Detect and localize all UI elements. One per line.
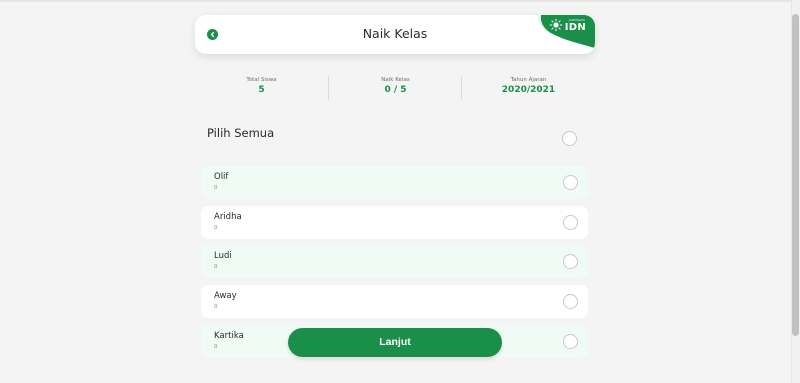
student-sub: 0 bbox=[214, 264, 218, 270]
student-name: Away bbox=[214, 291, 237, 301]
stat-school-year: Tahun Ajaran 2020/2021 bbox=[462, 76, 595, 100]
page-header: Naik Kelas JARINGAN IDN bbox=[195, 15, 595, 54]
stat-label: Naik Kelas bbox=[381, 77, 410, 83]
student-item[interactable]: Olif 0 bbox=[201, 166, 588, 199]
student-item[interactable]: Aridha 0 bbox=[201, 206, 588, 239]
stat-label: Tahun Ajaran bbox=[510, 77, 547, 83]
student-radio[interactable] bbox=[563, 334, 578, 349]
student-sub: 0 bbox=[214, 344, 218, 350]
student-sub: 0 bbox=[214, 225, 218, 231]
select-all-label: Pilih Semua bbox=[207, 126, 275, 140]
student-radio[interactable] bbox=[563, 175, 578, 190]
page-scrollbar[interactable] bbox=[791, 0, 800, 383]
stat-value: 2020/2021 bbox=[501, 85, 556, 95]
student-sub: 0 bbox=[214, 185, 218, 191]
student-item[interactable]: Ludi 0 bbox=[201, 245, 588, 278]
top-divider bbox=[0, 0, 800, 2]
student-name: Kartika bbox=[214, 331, 244, 341]
stat-total-students: Total Siswa 5 bbox=[195, 76, 328, 100]
sun-icon bbox=[549, 18, 563, 32]
stat-value: 0 / 5 bbox=[384, 85, 407, 95]
student-name: Aridha bbox=[214, 212, 242, 222]
page-title: Naik Kelas bbox=[362, 26, 428, 41]
scrollbar-thumb[interactable] bbox=[792, 14, 799, 336]
student-sub: 0 bbox=[214, 304, 218, 310]
brand-name: IDN bbox=[564, 22, 586, 33]
student-radio[interactable] bbox=[563, 294, 578, 309]
next-button[interactable]: Lanjut bbox=[288, 328, 502, 357]
stats-bar: Total Siswa 5 Naik Kelas 0 / 5 Tahun Aja… bbox=[195, 76, 595, 100]
brand-logo: JARINGAN IDN bbox=[537, 15, 595, 48]
student-item[interactable]: Away 0 bbox=[201, 285, 588, 318]
student-name: Olif bbox=[214, 172, 229, 182]
stat-label: Total Siswa bbox=[246, 77, 277, 83]
student-radio[interactable] bbox=[563, 215, 578, 230]
stat-promoted: Naik Kelas 0 / 5 bbox=[329, 76, 462, 100]
select-all-radio[interactable] bbox=[562, 131, 577, 146]
student-name: Ludi bbox=[214, 251, 232, 261]
stat-value: 5 bbox=[258, 85, 265, 95]
student-radio[interactable] bbox=[563, 254, 578, 269]
